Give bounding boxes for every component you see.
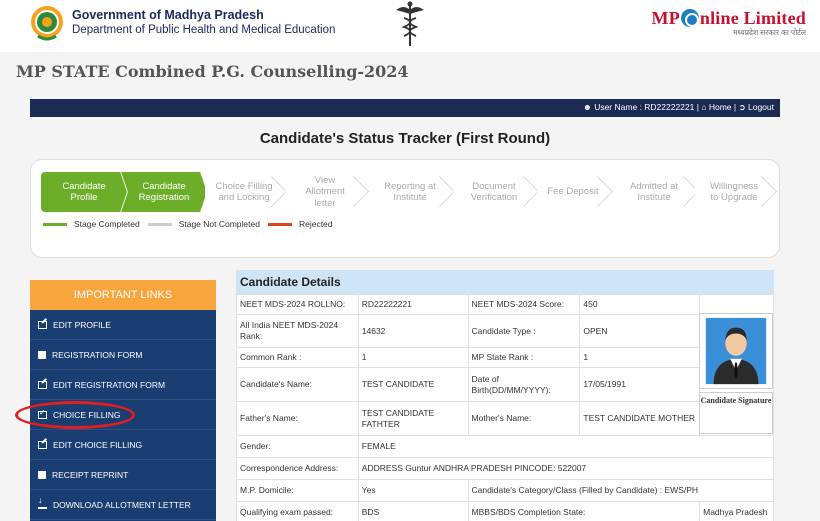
edit-icon [38,380,47,389]
candidate-details-panel: Candidate Details NEET MDS-2024 ROLLNO: … [236,270,775,521]
table-row: M.P. Domicile: Yes Candidate's Category/… [236,479,775,502]
logout-link[interactable]: Logout [748,102,774,112]
sidebar-item-registration-form[interactable]: REGISTRATION FORM [30,340,216,370]
stage-reporting: Reporting at Institute [369,172,451,212]
table-row: All India NEET MDS-2024 Rank: 14632 Cand… [236,314,774,348]
table-row: Candidate's Name: TEST CANDIDATE Date of… [236,367,774,402]
candidate-details-heading: Candidate Details [236,270,774,294]
stage-list: Candidate Profile Candidate Registration… [41,172,773,212]
user-nav: ☻ User Name : RD22222221 | ⌂ Home | ➲ Lo… [582,102,774,112]
government-title: Government of Madhya Pradesh [72,8,264,22]
table-row: Common Rank : 1 MP State Rank : 1 [236,347,774,368]
important-links-menu: EDIT PROFILE REGISTRATION FORM EDIT REGI… [30,310,216,521]
home-link[interactable]: Home [709,102,732,112]
receipt-icon [38,470,46,479]
sidebar-item-edit-profile[interactable]: EDIT PROFILE [30,310,216,340]
stage-legend: Stage Completed Stage Not Completed Reje… [43,219,333,229]
form-icon [38,350,46,359]
table-row: Qualifying exam passed: BDS MBBS/BDS Com… [236,501,774,521]
stage-view-allotment: View Allotment letter [285,172,365,212]
candidate-signature-box: Candidate Signature [699,392,773,434]
caduceus-icon [396,1,424,46]
candidate-details-table: NEET MDS-2024 ROLLNO: RD22222221 NEET MD… [236,294,775,521]
legend-completed: Stage Completed [74,219,140,229]
mp-government-emblem-icon [31,6,63,41]
table-row: Gender: FEMALE [236,435,775,458]
top-nav-bar: ☻ User Name : RD22222221 | ⌂ Home | ➲ Lo… [30,99,780,117]
mponline-tagline: मध्यप्रदेश सरकार का पोर्टल [733,28,806,37]
legend-rejected: Rejected [298,219,333,229]
logout-icon[interactable]: ➲ [739,102,746,112]
stage-admitted: Admitted at Institute [613,172,695,212]
stage-choice-filling: Choice Filling and Locking [205,172,283,212]
mponline-globe-icon [680,9,699,27]
sidebar-item-edit-registration-form[interactable]: EDIT REGISTRATION FORM [30,370,216,400]
department-subtitle: Department of Public Health and Medical … [72,24,336,36]
stage-document-verification: Document Verification [453,172,535,212]
sidebar-item-receipt-reprint[interactable]: RECEIPT REPRINT [30,460,216,490]
sidebar-item-download-allotment-letter[interactable]: DOWNLOAD ALLOTMENT LETTER [30,490,216,520]
important-links-heading: IMPORTANT LINKS [30,280,216,310]
stage-candidate-registration: Candidate Registration [121,172,207,212]
legend-completed-swatch [43,222,67,226]
table-row: Correspondence Address: ADDRESS Guntur A… [236,457,775,480]
user-icon: ☻ [582,102,595,112]
stage-fee-deposit: Fee Deposit [537,172,609,212]
user-name-label: User Name : RD22222221 [594,102,695,112]
site-header: Government of Madhya Pradesh Department … [0,0,820,52]
stage-willingness-upgrade: Willingness to Upgrade [695,172,773,212]
table-row: NEET MDS-2024 ROLLNO: RD22222221 NEET MD… [236,294,774,315]
sidebar-item-edit-choice-filling[interactable]: EDIT CHOICE FILLING [30,430,216,460]
table-row: Father's Name: TEST CANDIDATE FATHTER Mo… [236,401,774,436]
legend-rejected-swatch [267,222,292,226]
stage-candidate-profile: Candidate Profile [41,172,127,212]
legend-not-completed: Stage Not Completed [178,219,260,229]
status-tracker-title: Candidate's Status Tracker (First Round) [259,130,551,147]
checkbox-icon [38,409,47,419]
candidate-photo [699,313,773,389]
page-title: MP STATE Combined P.G. Counselling-2024 [16,62,409,81]
avatar-icon [705,317,767,385]
mponline-logo: MP nline Limited [651,8,806,28]
status-tracker: Candidate Profile Candidate Registration… [30,159,780,258]
edit-icon [38,440,47,449]
edit-icon [38,320,47,329]
sidebar-item-choice-filling[interactable]: CHOICE FILLING [30,400,216,430]
legend-not-completed-swatch [147,222,172,226]
home-icon[interactable]: ⌂ [701,102,706,112]
download-icon [38,496,47,509]
